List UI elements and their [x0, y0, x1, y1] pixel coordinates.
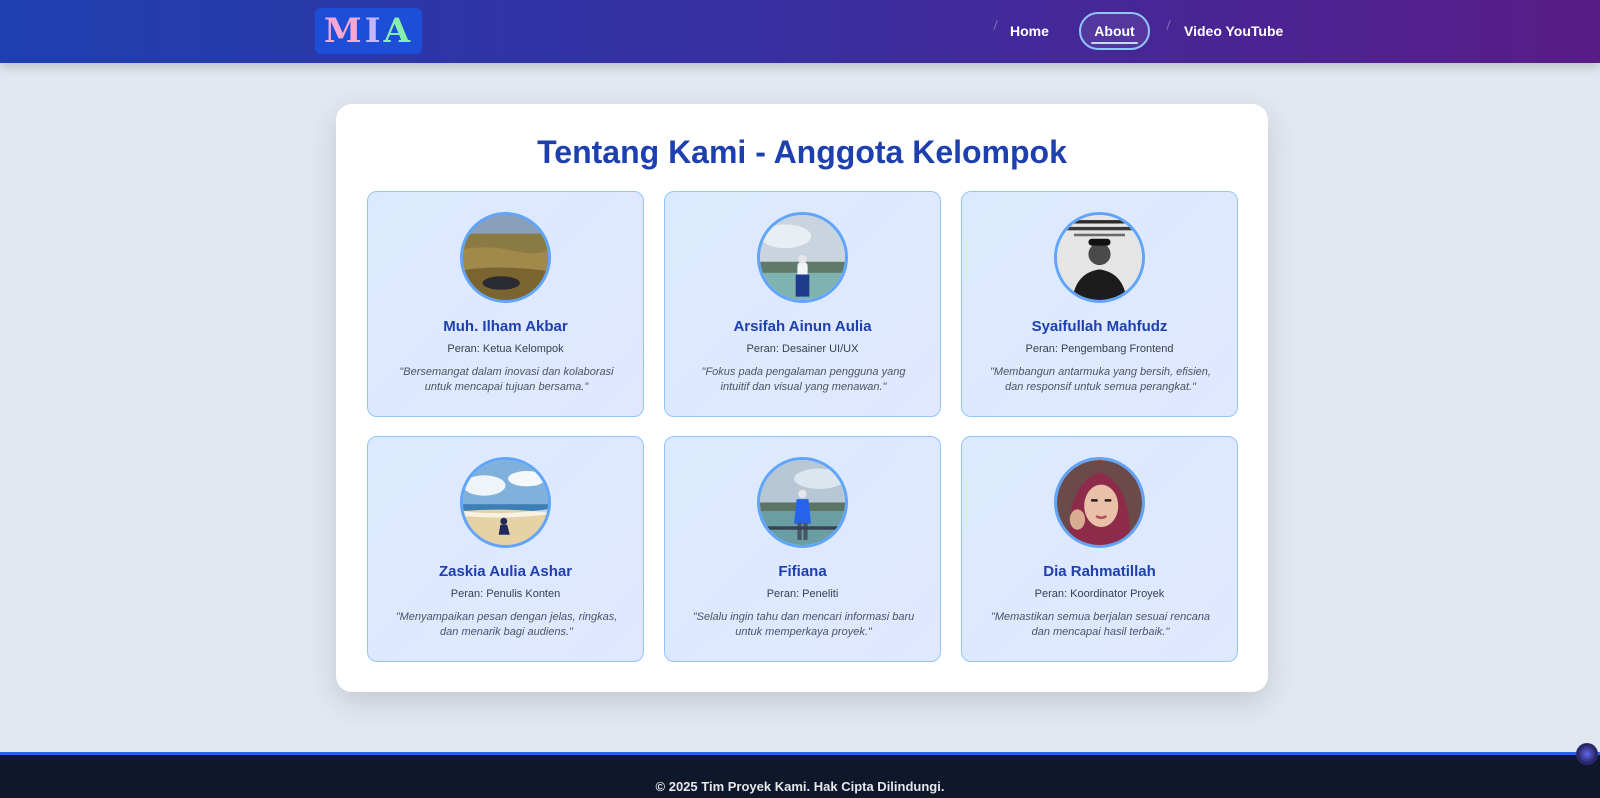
photo-selfie	[1057, 460, 1142, 545]
footer: © 2025 Tim Proyek Kami. Hak Cipta Dilind…	[0, 752, 1600, 798]
member-name: Fifiana	[778, 563, 827, 580]
member-role: Peran: Ketua Kelompok	[447, 343, 564, 355]
member-role: Peran: Pengembang Frontend	[1025, 343, 1174, 355]
member-name: Syaifullah Mahfudz	[1031, 318, 1168, 335]
nav-link-about[interactable]: About	[1079, 12, 1150, 50]
member-card: Dia Rahmatillah Peran: Koordinator Proye…	[961, 436, 1238, 662]
member-card: Arsifah Ainun Aulia Peran: Desainer UI/U…	[664, 191, 941, 417]
photo-portrait-bw	[1057, 215, 1142, 300]
member-quote: "Selalu ingin tahu dan mencari informasi…	[692, 611, 915, 638]
member-quote: "Menyampaikan pesan dengan jelas, ringka…	[395, 611, 618, 638]
member-card: Zaskia Aulia Ashar Peran: Penulis Konten…	[367, 436, 644, 662]
member-name: Arsifah Ainun Aulia	[733, 318, 872, 335]
member-role: Peran: Penulis Konten	[450, 588, 561, 600]
assistant-widget-icon[interactable]	[1576, 743, 1598, 765]
member-photo	[460, 212, 551, 303]
logo-letter-m: M	[324, 11, 365, 51]
navbar: M I A Home About Video YouTube	[0, 0, 1600, 63]
page-title: Tentang Kami - Anggota Kelompok	[537, 134, 1067, 170]
member-role: Peran: Desainer UI/UX	[746, 343, 859, 355]
about-section: Tentang Kami - Anggota Kelompok Muh. Ilh…	[336, 104, 1268, 692]
member-photo	[757, 457, 848, 548]
member-card: Muh. Ilham Akbar Peran: Ketua Kelompok "…	[367, 191, 644, 417]
member-quote: "Membangun antarmuka yang bersih, efisie…	[990, 366, 1211, 393]
member-name: Dia Rahmatillah	[1043, 563, 1156, 580]
member-quote: "Bersemangat dalam inovasi dan kolaboras…	[399, 366, 614, 393]
site-logo[interactable]: M I A	[315, 8, 422, 54]
member-photo	[460, 457, 551, 548]
nav-link-video-youtube[interactable]: Video YouTube	[1168, 12, 1299, 50]
member-card: Fifiana Peran: Peneliti "Selalu ingin ta…	[664, 436, 941, 662]
photo-lake-person	[760, 460, 845, 545]
member-role: Peran: Peneliti	[766, 588, 839, 600]
photo-beach	[463, 460, 548, 545]
copyright-text: © 2025 Tim Proyek Kami. Hak Cipta Dilind…	[655, 779, 945, 794]
logo-letter-a: A	[383, 11, 413, 51]
member-photo	[1054, 212, 1145, 303]
member-quote: "Fokus pada pengalaman pengguna yang int…	[701, 366, 906, 393]
member-name: Muh. Ilham Akbar	[443, 318, 568, 335]
logo-letter-i: I	[364, 11, 384, 51]
member-quote: "Memastikan semua berjalan sesuai rencan…	[990, 611, 1211, 638]
nav-link-home[interactable]: Home	[994, 12, 1065, 50]
member-name: Zaskia Aulia Ashar	[438, 563, 573, 580]
member-photo	[757, 212, 848, 303]
photo-lake-person	[760, 215, 845, 300]
photo-landscape-grass	[463, 215, 548, 300]
member-role: Peran: Koordinator Proyek	[1034, 588, 1165, 600]
member-photo	[1054, 457, 1145, 548]
member-card: Syaifullah Mahfudz Peran: Pengembang Fro…	[961, 191, 1238, 417]
